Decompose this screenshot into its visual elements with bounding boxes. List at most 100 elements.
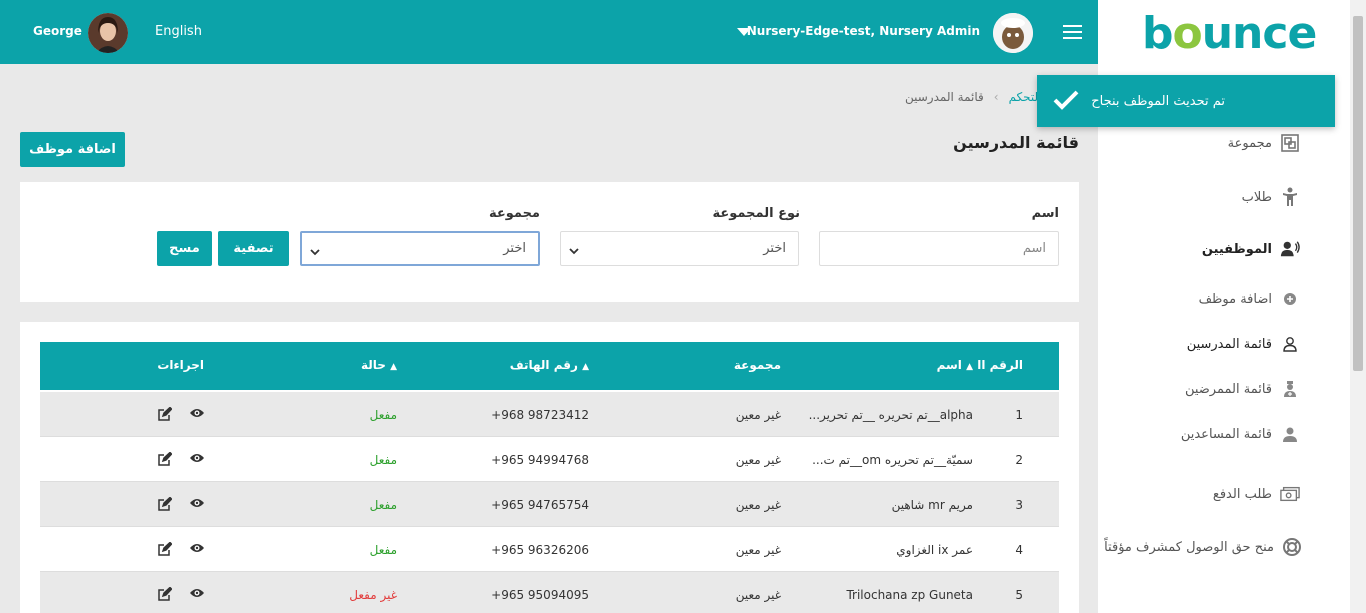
cell-phone: +968 98723412 [491,408,589,422]
cell-name: عمر ix الغزاوي [896,543,973,557]
sidebar-item-label: الموظفيين [1201,241,1272,257]
view-icon[interactable] [189,452,205,467]
table-row: 1 alpha__تم تحريره __تم تحرير... غير معين +… [40,392,1059,437]
sidebar-item-label: مجموعة [1227,135,1272,151]
sidebar-item-label: قائمة الممرضين [1184,381,1272,397]
sidebar-item-group[interactable]: مجموعة [1228,133,1300,153]
page-title: قائمة المدرسين [953,133,1079,152]
nurse-icon [1280,379,1300,399]
sidebar-item-assistants[interactable]: قائمة المساعدين [1181,424,1300,444]
chevron-down-icon [569,244,579,259]
edit-icon[interactable] [158,541,173,559]
page-scrollbar[interactable] [1350,0,1366,613]
sidebar-item-label: قائمة المساعدين [1180,426,1272,442]
cell-phone: +965 95094095 [491,588,589,602]
success-toast[interactable]: تم تحديث الموظف بنجاح [1037,75,1335,127]
student-icon [1280,187,1300,207]
table-row: 3 مريم mr شاهين غير معين +965 94765754 مفعل [40,482,1059,527]
sidebar-item-payment-request[interactable]: طلب الدفع [1213,484,1300,504]
group-type-select[interactable]: اختر [560,231,799,266]
status-badge: مفعل [369,408,397,422]
column-header-id[interactable]: الرقم اا [977,358,1023,372]
sidebar-item-label: اضافة موظف [1198,291,1272,307]
sidebar-item-teachers[interactable]: قائمة المدرسين [1187,334,1300,354]
sort-icon: ▲︎ [582,362,589,372]
sidebar-item-students[interactable]: طلاب [1242,187,1300,207]
status-badge: مفعل [369,453,397,467]
sort-icon: ▲︎ [966,362,973,372]
chevron-down-icon [310,245,320,260]
menu-icon[interactable] [1063,25,1082,39]
cell-phone: +965 94765754 [491,498,589,512]
breadcrumb-current: قائمة المدرسين [905,90,984,104]
user-avatar[interactable] [88,13,128,53]
sidebar-item-add-employee[interactable]: اضافة موظف [1199,289,1300,309]
chevron-left-icon: ‹ [993,90,999,104]
edit-icon[interactable] [158,496,173,514]
bounce-logo[interactable]: bounce [1142,8,1317,59]
cell-id: 2 [1015,453,1023,467]
sidebar-item-label: طلب الدفع [1212,486,1272,502]
group-filter-label: مجموعة [488,206,540,221]
check-icon [1053,90,1079,110]
cell-id: 1 [1015,408,1023,422]
table-row: 5 Trilochana zp Guneta غير معين +965 950940… [40,572,1059,613]
cell-name: مريم mr شاهين [891,498,973,512]
table-row: 4 عمر ix الغزاوي غير معين +965 96326206 مفعل [40,527,1059,572]
cell-group: غير معين [735,543,781,557]
cell-phone: +965 94994768 [491,453,589,467]
teacher-icon [1280,334,1300,354]
sort-icon: ▲︎ [390,362,397,372]
sidebar-item-label: طلاب [1241,189,1272,205]
column-header-name[interactable]: اسم ▲︎ [937,358,973,372]
lifebuoy-icon [1282,537,1302,557]
tenant-name[interactable]: Nursery-Edge-test, Nursery Admin [747,24,980,38]
tenant-avatar[interactable] [993,13,1033,53]
scrollbar-thumb[interactable] [1353,16,1363,371]
cell-name: alpha__تم تحريره __تم تحرير... [808,408,973,422]
cell-id: 5 [1015,588,1023,602]
table-row: 2 سميّة__تم تحريره om__تم ت... غير معين +96… [40,437,1059,482]
language-switch[interactable]: English [155,24,202,39]
column-header-status[interactable]: حالة ▲︎ [361,358,397,372]
status-badge: مفعل [369,498,397,512]
user-name[interactable]: George [33,24,82,38]
group-type-filter-label: نوع المجموعة [712,206,801,221]
edit-icon[interactable] [158,451,173,469]
sidebar-item-temp-admin-access[interactable]: منح حق الوصول كمشرف مؤقتاً [1104,537,1302,557]
view-icon[interactable] [189,587,205,602]
cell-phone: +965 96326206 [491,543,589,557]
column-header-group: مجموعة [733,358,781,372]
sidebar-item-label: قائمة المدرسين [1186,336,1272,352]
name-filter-input[interactable]: اسم [819,231,1059,266]
cell-group: غير معين [735,408,781,422]
status-badge: مفعل [369,543,397,557]
sidebar-item-nurses[interactable]: قائمة الممرضين [1185,379,1300,399]
filter-button[interactable]: تصفية [218,231,289,266]
assistant-icon [1280,424,1300,444]
group-select[interactable]: اختر [300,231,540,266]
cell-group: غير معين [735,498,781,512]
staff-icon [1280,239,1300,259]
cell-name: سميّة__تم تحريره om__تم ت... [812,453,973,467]
name-filter-label: اسم [1031,206,1059,221]
view-icon[interactable] [189,407,205,422]
view-icon[interactable] [189,542,205,557]
money-icon [1280,484,1300,504]
cell-name: Trilochana zp Guneta [846,588,973,602]
cell-group: غير معين [735,588,781,602]
add-employee-button[interactable]: اضافة موظف [20,132,125,167]
edit-icon[interactable] [158,586,173,604]
toast-message: تم تحديث الموظف بنجاح [1091,93,1225,109]
column-header-phone[interactable]: رقم الهاتف ▲︎ [510,358,589,372]
filter-panel: اسم اسم نوع المجموعة اختر مجموعة اختر تص… [20,182,1079,302]
table-header: الرقم اا اسم ▲︎ مجموعة رقم الهاتف ▲︎ حال… [40,342,1059,390]
cell-id: 3 [1015,498,1023,512]
plus-circle-icon [1280,289,1300,309]
edit-icon[interactable] [158,406,173,424]
clear-button[interactable]: مسح [157,231,212,266]
sidebar-item-label: منح حق الوصول كمشرف مؤقتاً [1104,539,1274,555]
sidebar-item-staff[interactable]: الموظفيين [1202,239,1300,259]
group-icon [1280,133,1300,153]
view-icon[interactable] [189,497,205,512]
